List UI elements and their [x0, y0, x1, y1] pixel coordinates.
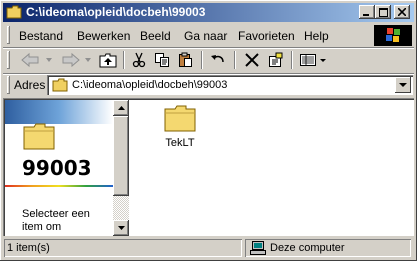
up-folder-icon: [99, 53, 117, 68]
back-icon: [21, 52, 52, 68]
folder-icon: [164, 105, 196, 132]
menu-grip[interactable]: [7, 26, 10, 44]
address-label: Adres: [14, 78, 46, 92]
forward-icon: [62, 52, 91, 68]
status-panel-count: 1 item(s): [4, 239, 242, 257]
properties-icon: [269, 52, 283, 67]
properties-button[interactable]: [264, 49, 286, 71]
menu-bar: Bestand Bewerken Beeld Ga naar Favoriete…: [3, 24, 414, 46]
standard-toolbar: [3, 48, 414, 72]
menu-bestand[interactable]: Bestand: [19, 29, 63, 43]
status-bar: 1 item(s) Deze computer: [3, 238, 414, 258]
menu-label: Favorieten: [238, 29, 295, 43]
address-value: C:\ideoma\opleid\docbeh\99003: [72, 79, 228, 91]
toolbar-separator: [201, 51, 203, 69]
scroll-track[interactable]: [113, 196, 129, 220]
undo-button[interactable]: [207, 49, 229, 71]
window-title: C:\ideoma\opleid\docbeh\99003: [26, 5, 206, 19]
toolbar-separator: [234, 51, 236, 69]
menu-help[interactable]: Help: [304, 29, 329, 43]
computer-icon: [250, 241, 266, 255]
zone-label: Deze computer: [270, 242, 345, 254]
address-dropdown-button[interactable]: [395, 77, 411, 93]
scroll-thumb[interactable]: [113, 116, 129, 196]
minimize-icon: [363, 14, 369, 16]
maximize-icon: [378, 7, 388, 17]
cut-icon: [132, 52, 146, 68]
chevron-down-icon: [399, 82, 407, 87]
menu-favorieten[interactable]: Favorieten: [238, 29, 295, 43]
item-count: 1 item(s): [7, 242, 50, 254]
vertical-scrollbar[interactable]: [113, 100, 129, 236]
forward-button[interactable]: [59, 49, 97, 71]
address-input[interactable]: C:\ideoma\opleid\docbeh\99003: [47, 75, 413, 95]
status-panel-zone: Deze computer: [245, 239, 411, 257]
minimize-button[interactable]: [359, 5, 375, 19]
paste-button[interactable]: [174, 49, 196, 71]
windows-logo: [374, 25, 412, 46]
views-button[interactable]: [297, 49, 331, 71]
scroll-up-button[interactable]: [113, 100, 129, 116]
address-bar: Adres C:\ideoma\opleid\docbeh\99003: [3, 74, 414, 96]
scroll-down-button[interactable]: [113, 220, 129, 236]
file-name: TekLT: [165, 137, 195, 149]
menu-label: Ga naar: [184, 29, 228, 43]
panel-folder-name: 99003: [22, 156, 92, 180]
cut-button[interactable]: [128, 49, 150, 71]
address-grip[interactable]: [7, 76, 10, 94]
panel-banner: [5, 100, 113, 124]
close-button[interactable]: [394, 5, 410, 19]
panel-description: Selecteer een item om: [22, 208, 90, 233]
chevron-down-icon: [117, 226, 125, 230]
folder-icon: [23, 123, 55, 150]
panel-rainbow-divider: [5, 185, 113, 187]
web-view-panel: 99003 Selecteer een item om: [5, 100, 113, 236]
content-area: 99003 Selecteer een item om TekLT: [3, 98, 414, 236]
windows-flag-icon: [386, 28, 400, 42]
menu-label: Bestand: [19, 29, 64, 43]
delete-button[interactable]: [241, 49, 263, 71]
paste-icon: [179, 52, 192, 67]
undo-icon: [211, 55, 224, 63]
chevron-up-icon: [117, 106, 125, 110]
title-bar[interactable]: C:\ideoma\opleid\docbeh\99003: [3, 3, 414, 22]
menu-bewerken[interactable]: Bewerken: [77, 29, 130, 43]
copy-button[interactable]: [151, 49, 173, 71]
views-icon: [300, 54, 326, 66]
folder-icon: [6, 5, 22, 19]
menu-label: Help: [304, 29, 329, 43]
menu-label: Beeld: [140, 29, 171, 43]
menu-beeld[interactable]: Beeld: [140, 29, 171, 43]
maximize-button[interactable]: [375, 5, 391, 19]
delete-icon: [245, 53, 259, 67]
up-folder-button[interactable]: [97, 49, 119, 71]
folder-icon: [52, 78, 68, 92]
toolbar-separator: [123, 51, 125, 69]
copy-icon: [155, 53, 169, 67]
toolbar-separator: [291, 51, 293, 69]
menu-ga-naar[interactable]: Ga naar: [184, 29, 227, 43]
explorer-window: C:\ideoma\opleid\docbeh\99003 Bestand Be…: [0, 0, 417, 261]
menu-label: Bewerken: [77, 29, 131, 43]
close-icon: [398, 8, 406, 16]
back-button[interactable]: [17, 49, 57, 71]
toolbar-grip[interactable]: [7, 51, 10, 69]
file-item-teklt[interactable]: TekLT: [155, 104, 205, 149]
